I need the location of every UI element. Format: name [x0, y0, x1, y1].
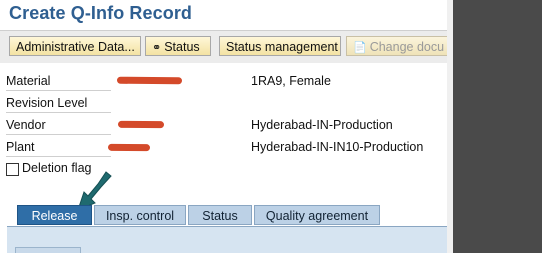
tab-quality-agreement-label: Quality agreement — [265, 209, 369, 223]
vendor-underline — [6, 134, 111, 135]
status-management-button[interactable]: Status management — [219, 36, 341, 56]
change-doc-icon: 📄 — [353, 42, 367, 54]
administrative-data-label: Administrative Data... — [16, 40, 135, 54]
administrative-data-button[interactable]: Administrative Data... — [9, 36, 141, 56]
revision-level-label: Revision Level — [6, 96, 88, 110]
tab-insp-control-label: Insp. control — [105, 209, 175, 223]
tab-status[interactable]: Status — [188, 205, 252, 225]
application-toolbar: Administrative Data... ⚭ Status Status ma… — [0, 31, 447, 63]
outer-dark-background — [453, 0, 542, 253]
plant-label: Plant — [6, 140, 35, 154]
plant-underline — [6, 156, 111, 157]
plant-value-redacted[interactable] — [107, 143, 151, 152]
deletion-flag-checkbox[interactable] — [6, 163, 19, 176]
status-button[interactable]: ⚭ Status — [145, 36, 211, 56]
tab-content-panel — [7, 226, 447, 253]
create-qinfo-window: Create Q-Info Record Administrative Data… — [0, 0, 448, 253]
vendor-value-redacted[interactable] — [117, 120, 165, 129]
tab-release-label: Release — [31, 209, 78, 223]
material-label: Material — [6, 74, 51, 88]
tab-strip: Release Insp. control Status Quality agr… — [0, 204, 447, 226]
page-title: Create Q-Info Record — [9, 3, 193, 23]
table-header-stub — [15, 247, 81, 253]
revision-underline — [6, 112, 111, 113]
material-underline — [6, 90, 111, 91]
material-value-redacted[interactable] — [116, 76, 183, 85]
glasses-icon: ⚭ — [152, 42, 162, 54]
status-management-label: Status management — [226, 40, 338, 54]
tab-status-label: Status — [202, 209, 238, 223]
tab-insp-control[interactable]: Insp. control — [94, 205, 186, 225]
change-documents-label: Change docu — [369, 40, 445, 54]
plant-description: Hyderabad-IN-IN10-Production — [251, 140, 424, 154]
material-description: 1RA9, Female — [251, 74, 331, 88]
tab-release[interactable]: Release — [17, 205, 92, 225]
change-documents-button[interactable]: 📄 Change docu — [346, 36, 447, 56]
vendor-description: Hyderabad-IN-Production — [251, 118, 393, 132]
status-button-label: Status — [164, 40, 200, 54]
tab-quality-agreement[interactable]: Quality agreement — [254, 205, 380, 225]
vendor-label: Vendor — [6, 118, 46, 132]
